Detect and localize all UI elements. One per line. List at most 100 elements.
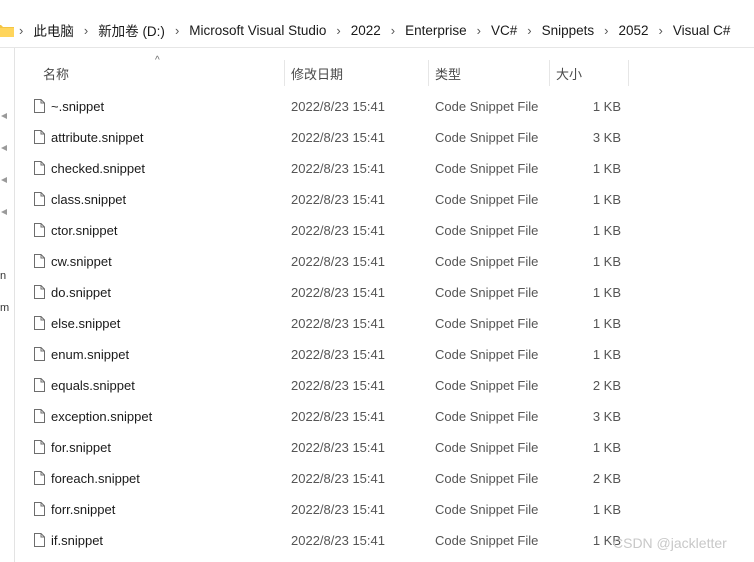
file-date: 2022/8/23 15:41 [291, 316, 385, 331]
file-icon [34, 440, 45, 454]
file-row[interactable]: ~.snippet 2022/8/23 15:41 Code Snippet Fil… [18, 91, 638, 122]
file-row[interactable]: for.snippet 2022/8/23 15:41 Code Snippet F… [18, 432, 638, 463]
breadcrumb-separator-icon[interactable]: › [656, 23, 666, 38]
file-row[interactable]: exception.snippet 2022/8/23 15:41 Code Sni… [18, 401, 638, 432]
pin-icon[interactable] [0, 144, 8, 152]
breadcrumb-separator-icon[interactable]: › [333, 23, 343, 38]
address-bar[interactable]: › 此电脑 › 新加卷 (D:) › Microsoft Visual Studio › 20… [0, 13, 754, 47]
column-divider[interactable] [284, 60, 285, 86]
file-name[interactable]: foreach.snippet [51, 463, 140, 494]
breadcrumb-item[interactable]: Visual C# [666, 23, 738, 38]
file-name[interactable]: if.snippet [51, 525, 103, 556]
file-size: 1 KB [592, 223, 621, 238]
file-row[interactable]: if.snippet 2022/8/23 15:41 Code Snippet Fi… [18, 525, 638, 556]
file-type: Code Snippet File [435, 471, 539, 486]
file-icon [34, 347, 45, 361]
file-row[interactable]: cw.snippet 2022/8/23 15:41 Code Snippet Fi… [18, 246, 638, 277]
file-date: 2022/8/23 15:41 [291, 285, 385, 300]
file-row[interactable]: attribute.snippet 2022/8/23 15:41 Code Sni… [18, 122, 638, 153]
nav-item-label[interactable]: n [0, 270, 6, 282]
column-divider[interactable] [628, 60, 629, 86]
breadcrumb-item[interactable]: 2022 [344, 23, 388, 38]
file-size: 1 KB [592, 316, 621, 331]
file-date: 2022/8/23 15:41 [291, 378, 385, 393]
file-date: 2022/8/23 15:41 [291, 161, 385, 176]
column-header-name[interactable]: 名称 [43, 60, 69, 86]
column-header-type[interactable]: 类型 [435, 60, 461, 86]
file-date: 2022/8/23 15:41 [291, 533, 385, 548]
file-icon [34, 223, 45, 237]
file-type: Code Snippet File [435, 533, 539, 548]
file-name[interactable]: ~.snippet [51, 91, 104, 122]
file-row[interactable]: forr.snippet 2022/8/23 15:41 Code Snippet … [18, 494, 638, 525]
file-name[interactable]: checked.snippet [51, 153, 145, 184]
navigation-pane[interactable]: n m [0, 48, 15, 562]
file-date: 2022/8/23 15:41 [291, 192, 385, 207]
breadcrumb-separator-icon[interactable]: › [524, 23, 534, 38]
file-row[interactable]: foreach.snippet 2022/8/23 15:41 Code Snipp… [18, 463, 638, 494]
breadcrumb-separator-icon[interactable]: › [601, 23, 611, 38]
file-icon [34, 409, 45, 423]
file-name[interactable]: equals.snippet [51, 370, 135, 401]
pin-icon[interactable] [0, 176, 8, 184]
pin-icon[interactable] [0, 208, 8, 216]
breadcrumb-item[interactable]: 此电脑 [26, 20, 81, 40]
file-size: 1 KB [592, 502, 621, 517]
file-type: Code Snippet File [435, 502, 539, 517]
file-date: 2022/8/23 15:41 [291, 409, 385, 424]
breadcrumb-separator-icon[interactable]: › [81, 23, 91, 38]
file-name[interactable]: do.snippet [51, 277, 111, 308]
file-type: Code Snippet File [435, 223, 539, 238]
file-size: 1 KB [592, 99, 621, 114]
breadcrumb-item[interactable]: Enterprise [398, 23, 474, 38]
file-type: Code Snippet File [435, 378, 539, 393]
file-icon [34, 502, 45, 516]
file-name[interactable]: attribute.snippet [51, 122, 144, 153]
file-row[interactable]: else.snippet 2022/8/23 15:41 Code Snippet … [18, 308, 638, 339]
file-type: Code Snippet File [435, 161, 539, 176]
file-type: Code Snippet File [435, 192, 539, 207]
breadcrumb-separator-icon[interactable]: › [474, 23, 484, 38]
column-header-size[interactable]: 大小 [556, 60, 582, 86]
file-name[interactable]: cw.snippet [51, 246, 112, 277]
breadcrumb-item[interactable]: VC# [484, 23, 524, 38]
file-icon [34, 285, 45, 299]
nav-item-label[interactable]: m [0, 302, 9, 314]
file-size: 3 KB [592, 130, 621, 145]
breadcrumb-separator-icon[interactable]: › [388, 23, 398, 38]
file-name[interactable]: forr.snippet [51, 494, 115, 525]
column-header-date[interactable]: 修改日期 [291, 60, 343, 86]
file-row[interactable]: ctor.snippet 2022/8/23 15:41 Code Snippet … [18, 215, 638, 246]
file-name[interactable]: exception.snippet [51, 401, 152, 432]
file-name[interactable]: else.snippet [51, 308, 120, 339]
file-date: 2022/8/23 15:41 [291, 471, 385, 486]
file-size: 2 KB [592, 378, 621, 393]
pin-icon[interactable] [0, 112, 8, 120]
breadcrumb-item[interactable]: Snippets [535, 23, 602, 38]
breadcrumb: › 此电脑 › 新加卷 (D:) › Microsoft Visual Studio › 20… [16, 13, 737, 47]
file-row[interactable]: enum.snippet 2022/8/23 15:41 Code Snippet … [18, 339, 638, 370]
file-type: Code Snippet File [435, 316, 539, 331]
file-row[interactable]: class.snippet 2022/8/23 15:41 Code Snippet… [18, 184, 638, 215]
breadcrumb-item[interactable]: 新加卷 (D:) [91, 20, 172, 40]
file-name[interactable]: for.snippet [51, 432, 111, 463]
file-name[interactable]: class.snippet [51, 184, 126, 215]
file-icon [34, 378, 45, 392]
file-row[interactable]: checked.snippet 2022/8/23 15:41 Code Snipp… [18, 153, 638, 184]
breadcrumb-separator-icon[interactable]: › [172, 23, 182, 38]
file-size: 1 KB [592, 285, 621, 300]
breadcrumb-separator-icon[interactable]: › [16, 23, 26, 38]
column-divider[interactable] [428, 60, 429, 86]
column-divider[interactable] [549, 60, 550, 86]
breadcrumb-item[interactable]: 2052 [611, 23, 655, 38]
file-name[interactable]: ctor.snippet [51, 215, 118, 246]
file-size: 1 KB [592, 347, 621, 362]
watermark: CSDN @jackletter [613, 535, 727, 551]
file-size: 1 KB [592, 192, 621, 207]
file-name[interactable]: enum.snippet [51, 339, 129, 370]
file-date: 2022/8/23 15:41 [291, 254, 385, 269]
file-date: 2022/8/23 15:41 [291, 440, 385, 455]
file-row[interactable]: equals.snippet 2022/8/23 15:41 Code Snippe… [18, 370, 638, 401]
file-row[interactable]: do.snippet 2022/8/23 15:41 Code Snippet Fi… [18, 277, 638, 308]
breadcrumb-item[interactable]: Microsoft Visual Studio [182, 23, 333, 38]
